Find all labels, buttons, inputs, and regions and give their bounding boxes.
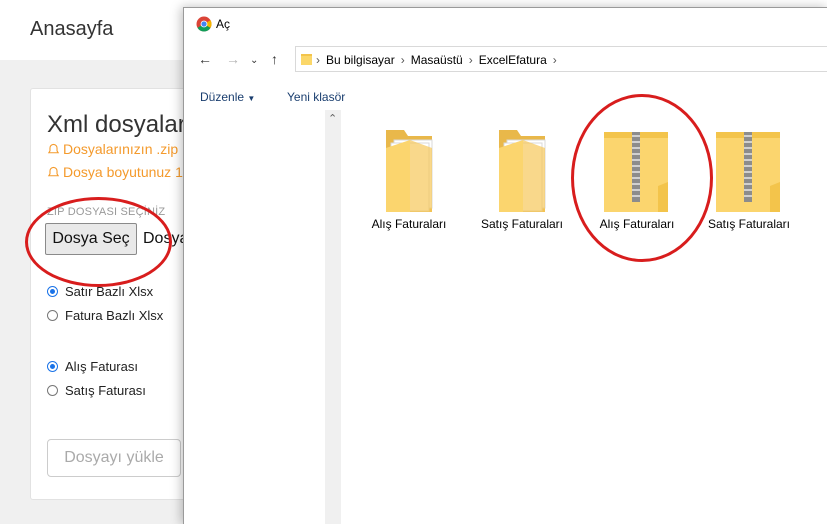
- chevron-right-icon[interactable]: ›: [553, 53, 557, 67]
- chevron-down-icon[interactable]: ⌄: [250, 54, 258, 68]
- address-box[interactable]: › Bu bilgisayar › Masaüstü › ExcelEfatur…: [295, 46, 827, 72]
- back-arrow-icon[interactable]: ←: [198, 52, 212, 66]
- zip-folder-icon: [716, 132, 780, 212]
- command-bar: Düzenle ▼ Yeni klasör: [184, 78, 827, 110]
- folder-icon: [386, 130, 433, 212]
- radio-label: Satır Bazlı Xlsx: [65, 284, 154, 299]
- radio-label: Fatura Bazlı Xlsx: [65, 308, 164, 323]
- folder-item[interactable]: Satış Faturaları: [472, 126, 572, 231]
- radio-row-satis[interactable]: Satış Faturası: [47, 383, 146, 398]
- caret-down-icon: ▼: [247, 94, 256, 103]
- item-name: Alış Faturaları: [599, 217, 675, 231]
- breadcrumb: › Bu bilgisayar › Masaüstü › ExcelEfatur…: [316, 53, 557, 67]
- item-name: Satış Faturaları: [480, 217, 564, 231]
- folder-item[interactable]: Alış Faturaları: [359, 126, 459, 231]
- radio-selected[interactable]: [47, 286, 58, 297]
- up-arrow-icon[interactable]: ↑: [271, 52, 278, 66]
- organize-menu[interactable]: Düzenle ▼: [200, 90, 255, 104]
- chrome-icon: [196, 16, 212, 32]
- page-title: Anasayfa: [30, 18, 114, 40]
- breadcrumb-item[interactable]: Bu bilgisayar: [326, 53, 395, 67]
- chevron-right-icon: ›: [468, 53, 473, 67]
- warning-zip-text: Dosyalarınızın .zip: [63, 141, 179, 157]
- file-open-dialog: Aç ← → ⌄ ↑ › Bu bilgisayar › Masaüstü › …: [183, 7, 827, 524]
- radio-label: Satış Faturası: [65, 383, 146, 398]
- warning-size-text: Dosya boyutunuz 1: [63, 164, 183, 180]
- radio-row-satir-xlsx[interactable]: Satır Bazlı Xlsx: [47, 284, 153, 299]
- choose-file-button[interactable]: Dosya Seç: [45, 223, 137, 255]
- radio-unselected[interactable]: [47, 310, 58, 321]
- radio-unselected[interactable]: [47, 385, 58, 396]
- chevron-right-icon: ›: [400, 53, 405, 67]
- zip-folder-item[interactable]: Satış Faturaları: [699, 126, 799, 231]
- radio-row-fatura-xlsx[interactable]: Fatura Bazlı Xlsx: [47, 308, 163, 323]
- item-name: Satış Faturaları: [707, 217, 791, 231]
- navigation-pane[interactable]: [184, 110, 325, 524]
- warning-size: Dosya boyutunuz 1: [47, 164, 183, 180]
- dialog-title: Aç: [216, 17, 231, 31]
- breadcrumb-item[interactable]: Masaüstü: [411, 53, 463, 67]
- radio-row-alis[interactable]: Alış Faturası: [47, 359, 138, 374]
- card-title: Xml dosyaların: [47, 111, 206, 138]
- address-bar-row: ← → ⌄ ↑ › Bu bilgisayar › Masaüstü › Exc…: [184, 42, 827, 76]
- bell-icon: [47, 166, 60, 176]
- upload-button[interactable]: Dosyayı yükle: [47, 439, 181, 477]
- zip-folder-item[interactable]: Alış Faturaları: [587, 126, 687, 231]
- nav-scrollbar[interactable]: ⌃: [325, 110, 341, 524]
- radio-label: Alış Faturası: [65, 359, 138, 374]
- zip-folder-icon: [604, 132, 668, 212]
- organize-label: Düzenle: [200, 90, 245, 104]
- radio-selected[interactable]: [47, 361, 58, 372]
- zip-label: ZIP DOSYASI SEÇİNİZ: [47, 206, 166, 218]
- forward-arrow-icon[interactable]: →: [226, 52, 240, 66]
- dialog-titlebar[interactable]: Aç: [184, 8, 827, 40]
- folder-icon: [499, 130, 546, 212]
- item-name: Alış Faturaları: [371, 217, 447, 231]
- file-status: Dosya: [143, 230, 189, 247]
- scroll-up-icon[interactable]: ⌃: [328, 112, 337, 125]
- warning-zip: Dosyalarınızın .zip: [47, 141, 178, 157]
- breadcrumb-item[interactable]: ExcelEfatura: [479, 53, 547, 67]
- folder-icon: [301, 54, 312, 65]
- chevron-right-icon: ›: [316, 53, 320, 67]
- file-list: Alış Faturaları Satış Faturaları Alış Fa: [341, 110, 827, 524]
- bell-icon: [47, 143, 60, 153]
- new-folder-button[interactable]: Yeni klasör: [287, 90, 345, 104]
